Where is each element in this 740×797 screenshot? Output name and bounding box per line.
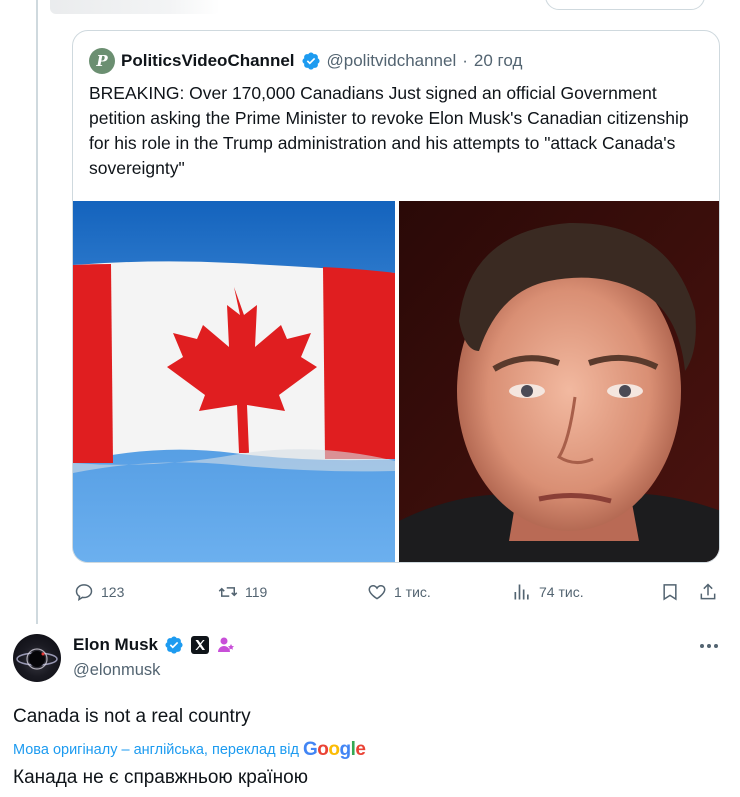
verified-icon: [165, 636, 183, 654]
share-button[interactable]: [698, 580, 718, 604]
avatar-blackhole-art: [16, 648, 58, 670]
author-avatar[interactable]: [13, 634, 61, 682]
views-icon: [514, 584, 529, 600]
more-icon: [700, 644, 718, 648]
previous-post-fragment: [50, 0, 220, 14]
subscriber-icon[interactable]: [216, 635, 236, 655]
bookmark-icon: [663, 584, 677, 601]
reply-count: 123: [101, 584, 125, 600]
canada-flag-illustration: [73, 201, 395, 562]
verified-icon: [301, 52, 320, 70]
reply-button[interactable]: 123: [74, 580, 124, 604]
translation-note-text: Мова оригіналу – англійська, переклад ві…: [13, 742, 299, 758]
author-handle[interactable]: @elonmusk: [73, 661, 160, 680]
translation-note[interactable]: Мова оригіналу – англійська, переклад ві…: [13, 739, 366, 761]
quoted-author-handle[interactable]: @politvidchannel: [327, 51, 457, 71]
x-affiliate-icon[interactable]: [190, 635, 210, 655]
like-button[interactable]: 1 тис.: [367, 580, 431, 604]
author-name[interactable]: Elon Musk: [73, 635, 158, 655]
like-icon: [368, 584, 386, 600]
repost-button[interactable]: 119: [218, 580, 267, 604]
quoted-post-card[interactable]: P PoliticsVideoChannel @politvidchannel …: [72, 30, 720, 563]
quoted-post-header: P PoliticsVideoChannel @politvidchannel …: [89, 48, 522, 74]
views-count: 74 тис.: [539, 584, 584, 600]
quoted-author-name[interactable]: PoliticsVideoChannel: [121, 51, 295, 71]
repost-icon: [218, 587, 238, 597]
author-name-row: Elon Musk: [73, 635, 236, 655]
thread-connector-line: [36, 0, 38, 624]
portrait-illustration: [399, 201, 719, 562]
post-text: Canada is not a real country: [13, 706, 251, 727]
quoted-post-time[interactable]: 20 год: [474, 51, 522, 71]
translated-post-text: Канада не є справжньою країною: [13, 767, 308, 788]
canada-flag-image[interactable]: [73, 201, 395, 562]
reply-icon: [75, 584, 93, 602]
views-button[interactable]: 74 тис.: [512, 580, 584, 604]
more-options-button[interactable]: [696, 636, 722, 656]
separator-dot: ·: [462, 51, 468, 70]
google-logo: Google: [302, 739, 366, 760]
quoted-author-avatar[interactable]: P: [89, 48, 115, 74]
portrait-image[interactable]: [399, 201, 719, 562]
quoted-post-text: BREAKING: Over 170,000 Canadians Just si…: [89, 83, 689, 178]
repost-count: 119: [245, 584, 268, 600]
bookmark-button[interactable]: [660, 580, 680, 604]
previous-post-button-fragment[interactable]: [545, 0, 705, 10]
post-action-bar: 123 119 1 тис. 74 тис.: [0, 580, 740, 604]
like-count: 1 тис.: [394, 584, 431, 600]
share-icon: [700, 583, 716, 600]
quoted-post-media[interactable]: [73, 201, 719, 562]
